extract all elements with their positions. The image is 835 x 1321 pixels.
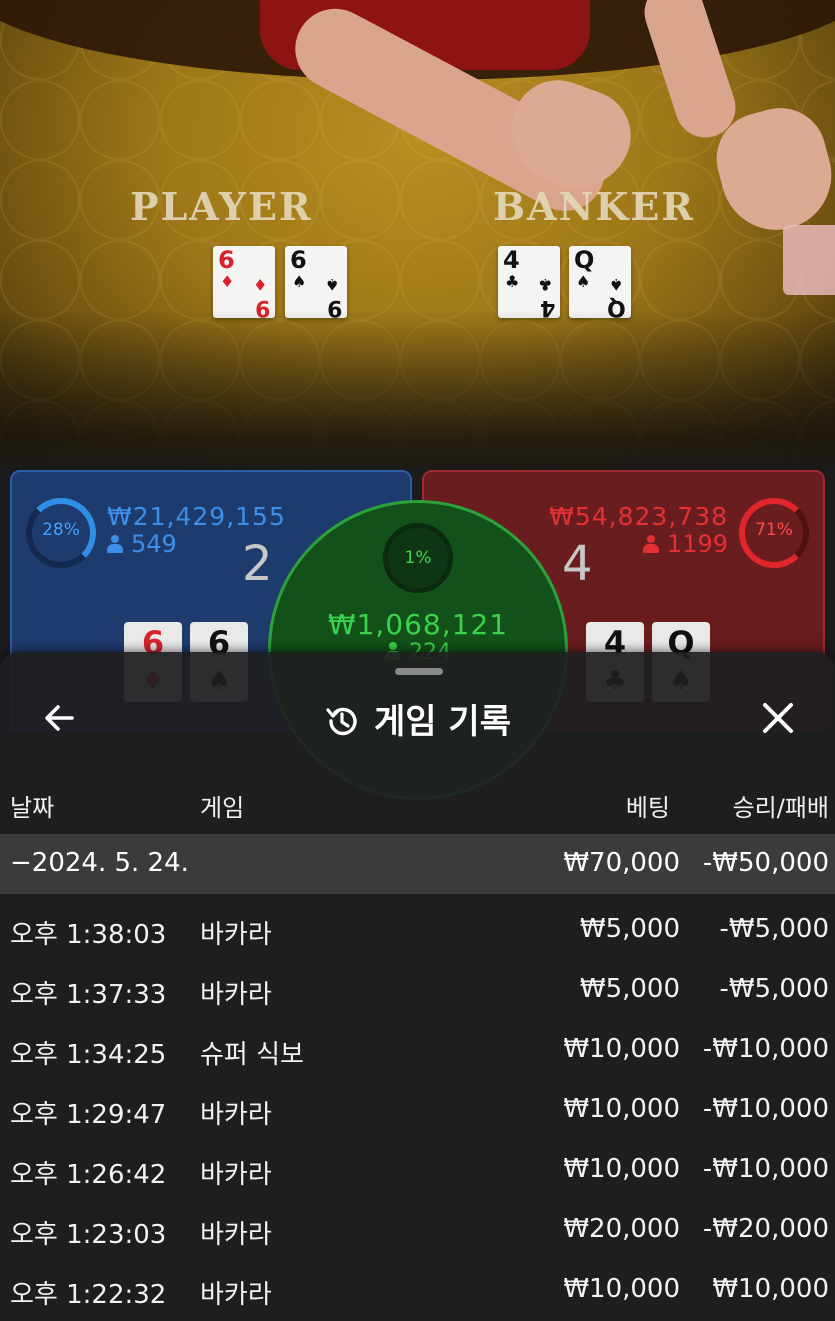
col-game: 게임	[200, 794, 245, 822]
col-bet: 베팅	[625, 794, 670, 822]
spade-icon: ♠	[292, 272, 307, 291]
row-win-loss: ₩10,000	[712, 1274, 829, 1304]
game-history-sheet: 게임 기록 날짜 게임 베팅 승리/패배 −2024. 5. 24. ₩70,0…	[0, 652, 835, 1321]
person-icon	[642, 535, 659, 553]
close-button[interactable]	[758, 698, 798, 738]
player-percent-ring: 28%	[26, 498, 96, 568]
row-time: 오후 1:23:03	[10, 1220, 167, 1250]
row-win-loss: -₩10,000	[702, 1034, 829, 1064]
banker-count-value: 1199	[666, 530, 728, 558]
table-card-player-1: 6 ♦ ♦ 9	[213, 246, 275, 320]
spade-icon: ♠	[608, 275, 623, 294]
spade-icon: ♠	[576, 272, 591, 291]
table-card-banker-1: 4 ♣ ♣ 4	[498, 246, 560, 320]
sheet-drag-handle[interactable]	[395, 668, 443, 675]
row-time: 오후 1:22:32	[10, 1280, 167, 1310]
row-time: 오후 1:29:47	[10, 1100, 167, 1130]
card-rank: 6	[218, 246, 235, 274]
close-icon	[763, 703, 793, 733]
row-bet: ₩20,000	[563, 1214, 680, 1244]
row-win-loss: -₩10,000	[702, 1094, 829, 1124]
table-row[interactable]: 오후 1:34:25 슈퍼 식보 ₩10,000 -₩10,000	[0, 1020, 835, 1080]
table-player-label: PLAYER	[130, 184, 313, 229]
banker-score: 4	[562, 536, 593, 592]
card-rank: 6	[290, 246, 307, 274]
spade-icon: ♠	[324, 275, 339, 294]
day-win-loss-total: -₩50,000	[702, 848, 829, 878]
live-video: PLAYER BANKER 6 ♦ ♦ 9 6 ♠ ♠ 9 4 ♣ ♣ 4 Q …	[0, 0, 835, 470]
banker-bet-amount: ₩54,823,738	[549, 502, 728, 531]
banker-bettor-count: 1199	[642, 530, 728, 558]
card-shoe	[783, 225, 835, 295]
banker-percent-ring: 71%	[739, 498, 809, 568]
player-bettor-count: 549	[107, 530, 177, 558]
diamond-icon: ♦	[252, 275, 267, 294]
row-time: 오후 1:26:42	[10, 1160, 167, 1190]
player-percent: 28%	[42, 520, 80, 540]
row-bet: ₩10,000	[563, 1154, 680, 1184]
day-date: −2024. 5. 24.	[10, 848, 189, 878]
table-card-banker-2: Q ♠ ♠ Q	[569, 246, 631, 320]
row-game: 바카라	[200, 1160, 272, 1190]
table-row[interactable]: 오후 1:23:03 바카라 ₩20,000 -₩20,000	[0, 1200, 835, 1260]
day-bet-total: ₩70,000	[563, 848, 680, 878]
row-game: 바카라	[200, 980, 272, 1010]
table-row[interactable]: 오후 1:37:33 바카라 ₩5,000 -₩5,000	[0, 960, 835, 1020]
player-score: 2	[242, 536, 273, 592]
row-game: 바카라	[200, 1100, 272, 1130]
card-rank: 4	[503, 246, 520, 274]
row-bet: ₩10,000	[563, 1274, 680, 1304]
person-icon	[107, 535, 123, 553]
row-bet: ₩5,000	[579, 974, 680, 1004]
title-text: 게임 기록	[374, 702, 511, 742]
tie-percent: 1%	[404, 548, 432, 568]
table-row[interactable]: 오후 1:26:42 바카라 ₩10,000 -₩10,000	[0, 1140, 835, 1200]
club-icon: ♣	[537, 275, 552, 294]
banker-percent: 71%	[755, 520, 793, 540]
row-bet: ₩5,000	[579, 914, 680, 944]
video-fade	[0, 310, 835, 470]
tie-bet-amount: ₩1,068,121	[327, 608, 509, 641]
col-date: 날짜	[10, 794, 55, 822]
history-table-header: 날짜 게임 베팅 승리/패배	[0, 788, 835, 828]
row-win-loss: -₩5,000	[719, 914, 829, 944]
row-time: 오후 1:38:03	[10, 920, 167, 950]
player-count-value: 549	[131, 530, 177, 558]
club-icon: ♣	[505, 272, 520, 291]
row-bet: ₩10,000	[563, 1094, 680, 1124]
history-icon	[326, 707, 357, 736]
tie-percent-ring: 1%	[383, 523, 453, 593]
row-time: 오후 1:34:25	[10, 1040, 167, 1070]
row-bet: ₩10,000	[563, 1034, 680, 1064]
day-group-header[interactable]: −2024. 5. 24. ₩70,000 -₩50,000	[0, 834, 835, 894]
row-game: 바카라	[200, 1220, 272, 1250]
row-game: 바카라	[200, 920, 272, 950]
col-win-loss: 승리/패배	[732, 794, 829, 822]
sheet-title: 게임 기록	[0, 694, 835, 743]
table-row[interactable]: 오후 1:22:32 바카라 ₩10,000 ₩10,000	[0, 1260, 835, 1320]
card-rank: Q	[574, 246, 595, 274]
row-win-loss: -₩10,000	[702, 1154, 829, 1184]
table-card-player-2: 6 ♠ ♠ 9	[285, 246, 347, 320]
table-row[interactable]: 오후 1:29:47 바카라 ₩10,000 -₩10,000	[0, 1080, 835, 1140]
row-game: 슈퍼 식보	[200, 1040, 304, 1070]
row-time: 오후 1:37:33	[10, 980, 167, 1010]
diamond-icon: ♦	[220, 272, 235, 291]
row-win-loss: -₩5,000	[719, 974, 829, 1004]
table-banker-label: BANKER	[493, 184, 695, 229]
row-game: 바카라	[200, 1280, 272, 1310]
row-win-loss: -₩20,000	[702, 1214, 829, 1244]
player-bet-amount: ₩21,429,155	[107, 502, 286, 531]
table-row[interactable]: 오후 1:38:03 바카라 ₩5,000 -₩5,000	[0, 900, 835, 960]
